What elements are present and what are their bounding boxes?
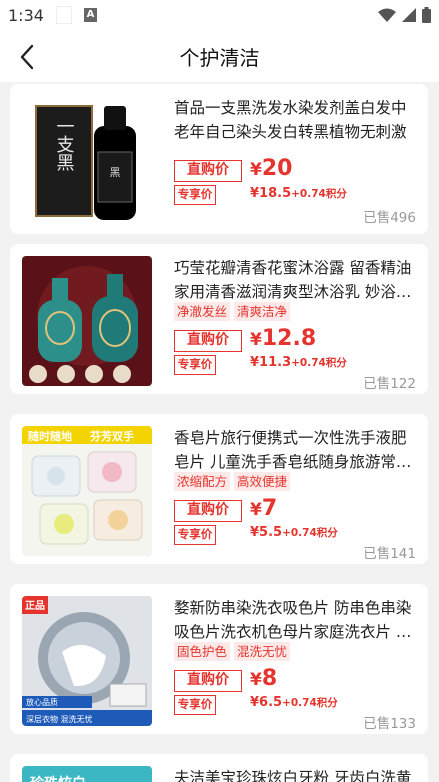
status-icons bbox=[378, 7, 431, 23]
product-tag: 净澈发丝 bbox=[174, 302, 231, 321]
product-card[interactable]: 珍珠炫白 夫洁美宝珍珠炫白牙粉 牙齿白洗黄 bbox=[10, 754, 428, 782]
product-image: 一支黑 黑 bbox=[22, 96, 152, 226]
notification-icon bbox=[56, 6, 72, 24]
product-title[interactable]: 巧莹花瓣清香花蜜沐浴露 留香精油家用清香滋润清爽型沐浴乳 妙浴… bbox=[174, 256, 418, 304]
image-caption: 芬芳双手 bbox=[89, 429, 134, 443]
vip-points: +0.74积分 bbox=[282, 527, 338, 539]
page-title: 个护清洁 bbox=[179, 46, 260, 70]
vip-price: ¥6.5+0.74积分 bbox=[250, 695, 338, 710]
vip-price-label: 专享价 bbox=[174, 525, 216, 545]
svg-text:黑: 黑 bbox=[110, 166, 121, 179]
tag-list: 浓缩配方 高效便捷 bbox=[174, 472, 291, 491]
vip-points: +0.74积分 bbox=[282, 697, 338, 709]
product-tag: 浓缩配方 bbox=[174, 472, 231, 491]
status-time: 1:34 bbox=[8, 6, 44, 25]
vip-price: ¥11.3+0.74积分 bbox=[250, 355, 347, 370]
tag-list: 固色护色 混洗无忧 bbox=[174, 642, 291, 661]
price-value: 20 bbox=[261, 156, 293, 181]
image-caption: 放心品质 bbox=[26, 697, 58, 707]
direct-price-label: 直购价 bbox=[174, 160, 242, 182]
product-image bbox=[22, 256, 152, 386]
image-caption: 正品 bbox=[25, 600, 45, 612]
product-card[interactable]: 一支黑 黑 首品一支黑洗发水染发剂盖白发中老年自己染头发白转黑植物无刺激 直购价… bbox=[10, 84, 428, 234]
vip-points: +0.74积分 bbox=[291, 357, 347, 369]
sold-count: 已售133 bbox=[363, 716, 416, 732]
product-card[interactable]: 正品 放心品质 深层衣物 混洗无忧 婺新防串染洗衣吸色片 防串色串染吸色片洗衣机… bbox=[10, 584, 428, 734]
product-tag: 固色护色 bbox=[174, 642, 231, 661]
vip-price-value: 18.5 bbox=[259, 186, 292, 201]
image-caption: 随时随地 bbox=[28, 429, 72, 443]
direct-price-label: 直购价 bbox=[174, 500, 242, 522]
vip-price: ¥18.5+0.74积分 bbox=[250, 186, 347, 201]
vip-price-value: 6.5 bbox=[259, 695, 283, 710]
direct-price: ¥20 bbox=[250, 156, 293, 181]
product-title[interactable]: 香皂片旅行便携式一次性洗手液肥皂片 儿童洗手香皂纸随身旅游常… bbox=[174, 426, 418, 474]
product-title[interactable]: 夫洁美宝珍珠炫白牙粉 牙齿白洗黄 bbox=[174, 766, 418, 782]
product-title[interactable]: 首品一支黑洗发水染发剂盖白发中老年自己染头发白转黑植物无刺激 bbox=[174, 96, 418, 144]
product-tag: 混洗无忧 bbox=[234, 642, 291, 661]
battery-icon bbox=[422, 7, 431, 23]
vip-price: ¥5.5+0.74积分 bbox=[250, 525, 338, 540]
app-notification-icon: A bbox=[84, 8, 97, 22]
app-bar: 个护清洁 bbox=[0, 32, 439, 82]
direct-price: ¥12.8 bbox=[250, 326, 317, 351]
product-image: 随时随地 芬芳双手 bbox=[22, 426, 152, 556]
product-card[interactable]: 随时随地 芬芳双手 香皂片旅行便携式一次性洗手液肥皂片 儿童洗手香皂纸随身旅游常… bbox=[10, 414, 428, 564]
direct-price-label: 直购价 bbox=[174, 670, 242, 692]
image-caption: 深层衣物 混洗无忧 bbox=[26, 714, 93, 724]
vip-price-label: 专享价 bbox=[174, 695, 216, 715]
price-value: 8 bbox=[261, 666, 278, 691]
wifi-icon bbox=[378, 8, 396, 22]
sold-count: 已售122 bbox=[363, 376, 416, 392]
image-caption: 珍珠炫白 bbox=[30, 775, 86, 782]
product-image: 正品 放心品质 深层衣物 混洗无忧 bbox=[22, 596, 152, 726]
signal-icon bbox=[402, 7, 416, 22]
price-value: 7 bbox=[261, 496, 278, 521]
sold-count: 已售496 bbox=[363, 210, 416, 226]
product-image: 珍珠炫白 bbox=[22, 766, 152, 782]
product-tag: 清爽洁净 bbox=[234, 302, 291, 321]
vip-price-label: 专享价 bbox=[174, 185, 216, 205]
product-card[interactable]: 巧莹花瓣清香花蜜沐浴露 留香精油家用清香滋润清爽型沐浴乳 妙浴… 净澈发丝 清爽… bbox=[10, 244, 428, 394]
vip-price-label: 专享价 bbox=[174, 355, 216, 375]
box-brand-text: 一支黑 bbox=[54, 117, 75, 171]
vip-price-value: 11.3 bbox=[259, 355, 292, 370]
product-title[interactable]: 婺新防串染洗衣吸色片 防串色串染吸色片洗衣机色母片家庭洗衣片 … bbox=[174, 596, 418, 644]
product-tag: 高效便捷 bbox=[234, 472, 291, 491]
direct-price: ¥7 bbox=[250, 496, 278, 521]
direct-price-label: 直购价 bbox=[174, 330, 242, 352]
sold-count: 已售141 bbox=[363, 546, 416, 562]
price-value: 12.8 bbox=[261, 326, 317, 351]
tag-list: 净澈发丝 清爽洁净 bbox=[174, 302, 291, 321]
direct-price: ¥8 bbox=[250, 666, 278, 691]
vip-price-value: 5.5 bbox=[259, 525, 283, 540]
vip-points: +0.74积分 bbox=[291, 188, 347, 200]
status-bar: 1:34 A bbox=[0, 0, 439, 32]
